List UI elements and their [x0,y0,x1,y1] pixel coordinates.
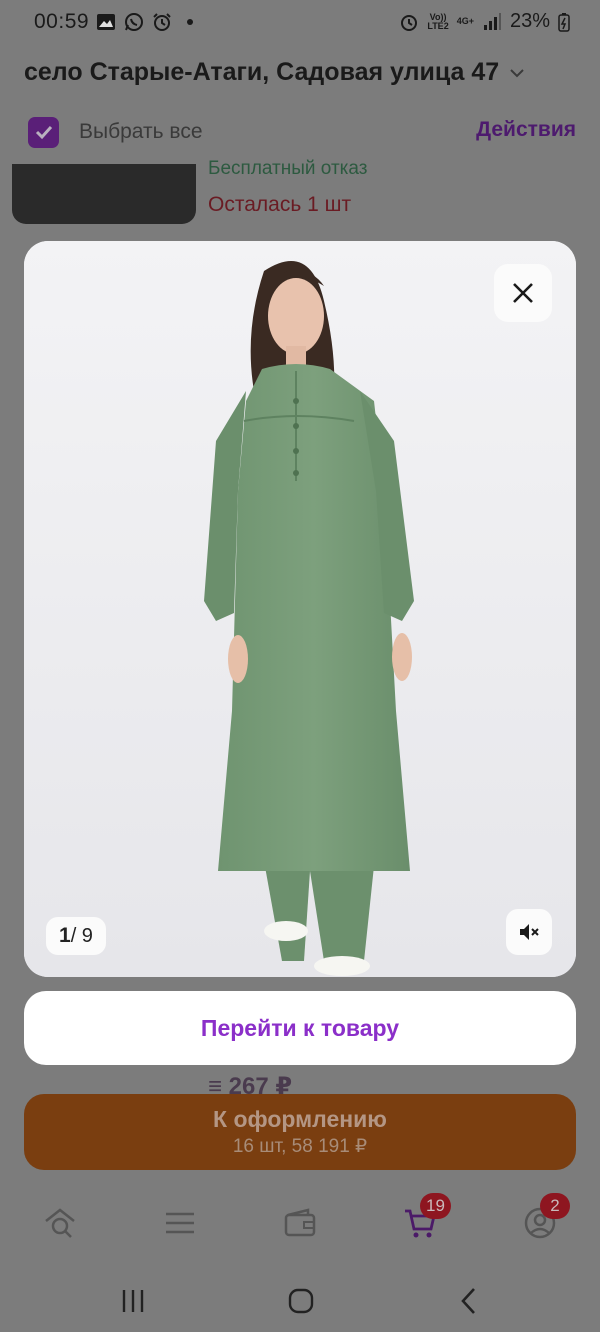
image-counter-current: 1 [59,924,71,947]
checkout-title: К оформлению [213,1106,387,1132]
system-navigation-bar [0,1266,600,1332]
menu-icon [166,1212,194,1234]
battery-percent: 23% [509,10,550,32]
back-icon[interactable] [454,1286,484,1316]
signal-icon [483,12,501,30]
battery-charging-icon [558,12,570,32]
close-button[interactable] [494,264,552,322]
image-counter-total: / 9 [70,924,93,947]
network-type: 4G+ [456,16,474,26]
actions-button[interactable]: Действия [476,118,576,142]
select-all-checkbox[interactable] [28,116,59,148]
cart-item-delivery: Бесплатный отказ [208,158,368,179]
select-all-row: Выбрать все Действия [28,112,576,152]
check-icon [35,125,52,140]
image-counter: 1 / 9 [46,917,106,955]
gallery-icon [97,14,115,30]
alarm-icon [153,13,171,31]
status-notification-icons [96,12,200,32]
tab-catalog[interactable] [162,1205,202,1245]
whatsapp-icon [125,13,143,31]
product-preview-modal: 1 / 9 [24,241,576,977]
recent-apps-icon[interactable] [118,1286,148,1316]
cart-badge: 19 [420,1193,451,1219]
tab-profile[interactable]: 2 [522,1193,570,1245]
wallet-icon [284,1208,316,1237]
home-button-icon[interactable] [286,1286,316,1316]
bottom-tab-bar: 19 2 [0,1185,600,1265]
cart-item-stock: Осталась 1 шт [208,193,352,216]
dot-icon [187,19,193,25]
tab-cart[interactable]: 19 [402,1193,451,1245]
cart-item-thumbnail [12,164,196,224]
status-system-icons: Vo)) LTE2 4G+ 23% [399,10,570,33]
home-search-icon [45,1208,75,1238]
profile-badge: 2 [540,1193,570,1219]
volume-mute-icon [520,924,539,940]
checkout-button[interactable]: К оформлению 16 шт, 58 191 ₽ [24,1094,576,1170]
mute-button[interactable] [506,909,552,955]
status-bar: 00:59 Vo)) LTE2 4G+ 23% [0,0,600,44]
go-to-product-button[interactable]: Перейти к товару [24,991,576,1065]
alarm-status-icon [401,14,418,31]
status-time: 00:59 [34,10,90,33]
address-text: село Старые-Атаги, Садовая улица 47 [24,58,500,86]
tab-home[interactable] [42,1205,82,1245]
delivery-address[interactable]: село Старые-Атаги, Садовая улица 47 [24,58,525,87]
volte-indicator: Vo)) LTE2 [427,11,449,31]
product-photo[interactable] [24,241,576,977]
chevron-down-icon [510,68,524,77]
checkout-summary: 16 шт, 58 191 ₽ [232,1136,368,1157]
tab-wallet[interactable] [282,1205,322,1245]
close-icon [513,283,533,303]
select-all-label[interactable]: Выбрать все [79,120,203,144]
